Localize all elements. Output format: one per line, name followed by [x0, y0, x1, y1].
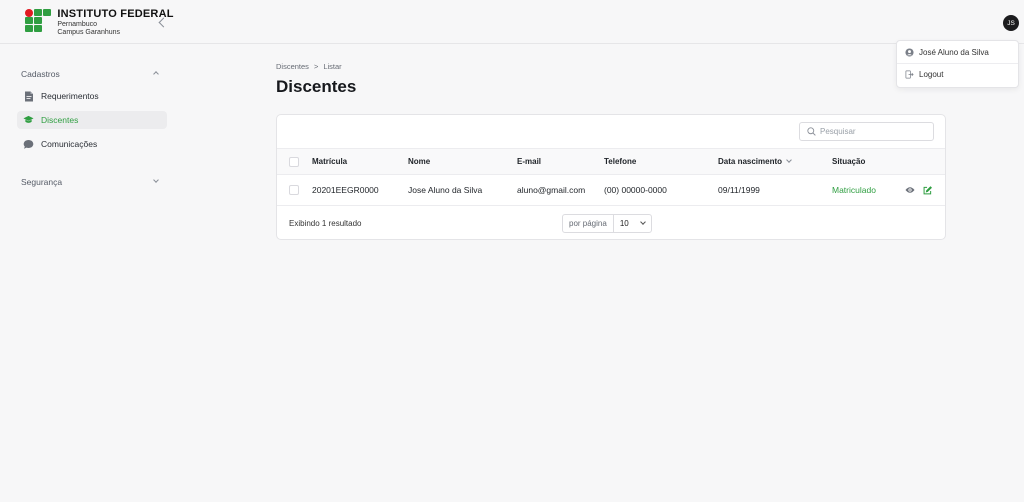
column-header-situacao[interactable]: Situação	[832, 149, 865, 174]
row-actions	[905, 175, 932, 205]
cell-data-nascimento: 09/11/1999	[718, 185, 760, 195]
students-table-card: Matrícula Nome E-mail Telefone Data nasc…	[276, 114, 946, 240]
column-header-label: Data nascimento	[718, 157, 783, 166]
search-box[interactable]	[799, 122, 934, 141]
sort-chevron-down-icon	[786, 157, 792, 163]
top-bar: INSTITUTO FEDERAL Pernambuco Campus Gara…	[0, 0, 1024, 44]
cell-matricula: 20201EEGR0000	[312, 185, 379, 195]
view-eye-icon[interactable]	[905, 186, 915, 194]
breadcrumb: Discentes > Listar	[276, 62, 342, 71]
column-header-data-nascimento[interactable]: Data nascimento	[718, 149, 792, 174]
breadcrumb-separator: >	[313, 62, 319, 71]
graduation-cap-icon	[23, 115, 34, 126]
status-badge: Matriculado	[832, 185, 876, 195]
menu-item-logout[interactable]: Logout	[897, 63, 1018, 85]
cell-nome: Jose Aluno da Silva	[408, 185, 483, 195]
result-count: Exibindo 1 resultado	[289, 219, 362, 228]
institution-logo[interactable]: INSTITUTO FEDERAL Pernambuco Campus Gara…	[25, 9, 174, 36]
table-footer: Exibindo 1 resultado por página 10	[277, 206, 945, 239]
table-header: Matrícula Nome E-mail Telefone Data nasc…	[277, 148, 945, 175]
user-dropdown-menu: José Aluno da Silva Logout	[896, 40, 1019, 88]
edit-pencil-icon[interactable]	[923, 185, 932, 195]
sidebar-item-requerimentos[interactable]: Requerimentos	[17, 87, 167, 105]
logout-icon	[905, 70, 914, 79]
search-input[interactable]	[820, 127, 920, 136]
sidebar-item-discentes[interactable]: Discentes	[17, 111, 167, 129]
cell-email: aluno@gmail.com	[517, 185, 586, 195]
menu-logout-label: Logout	[919, 70, 944, 79]
avatar[interactable]: JS	[1003, 15, 1019, 31]
per-page-select[interactable]: 10	[614, 219, 651, 228]
chevron-up-icon	[153, 71, 159, 77]
user-circle-icon	[905, 47, 914, 57]
column-header-nome[interactable]: Nome	[408, 149, 430, 174]
breadcrumb-current: Listar	[323, 62, 342, 71]
sidebar-section-seguranca[interactable]: Segurança	[21, 177, 161, 187]
document-icon	[23, 91, 34, 102]
logo-subtitle-state: Pernambuco	[57, 21, 98, 28]
sidebar-item-label: Requerimentos	[41, 91, 99, 101]
cell-telefone: (00) 00000-0000	[604, 185, 667, 195]
logo-mark	[25, 9, 52, 33]
sidebar-section-cadastros[interactable]: Cadastros	[21, 69, 161, 79]
section-label: Segurança	[21, 177, 63, 187]
chat-bubble-icon	[23, 139, 34, 150]
menu-user-name: José Aluno da Silva	[919, 47, 989, 57]
table-row[interactable]: 20201EEGR0000 Jose Aluno da Silva aluno@…	[277, 175, 945, 206]
per-page-value: 10	[619, 219, 629, 228]
section-label: Cadastros	[21, 69, 60, 79]
sidebar-item-label: Comunicações	[41, 139, 98, 149]
column-header-telefone[interactable]: Telefone	[604, 149, 636, 174]
sidebar-item-comunicacoes[interactable]: Comunicações	[17, 135, 167, 153]
menu-item-profile[interactable]: José Aluno da Silva	[897, 41, 1018, 63]
breadcrumb-parent[interactable]: Discentes	[276, 62, 309, 71]
chevron-down-icon	[639, 219, 646, 225]
logo-title: INSTITUTO FEDERAL	[57, 8, 174, 20]
column-header-email[interactable]: E-mail	[517, 149, 541, 174]
page-title: Discentes	[276, 77, 357, 96]
chevron-down-icon	[153, 177, 159, 183]
sidebar: Cadastros Requerimentos Discentes Comuni…	[0, 45, 175, 502]
sidebar-item-label: Discentes	[41, 115, 79, 125]
per-page-control: por página 10	[562, 214, 652, 233]
row-checkbox[interactable]	[289, 185, 299, 195]
per-page-label: por página	[563, 215, 614, 232]
logo-subtitle-campus: Campus Garanhuns	[57, 29, 121, 36]
search-icon	[807, 127, 816, 136]
avatar-initials: JS	[1007, 19, 1015, 27]
column-header-matricula[interactable]: Matrícula	[312, 149, 347, 174]
select-all-checkbox[interactable]	[289, 156, 299, 167]
